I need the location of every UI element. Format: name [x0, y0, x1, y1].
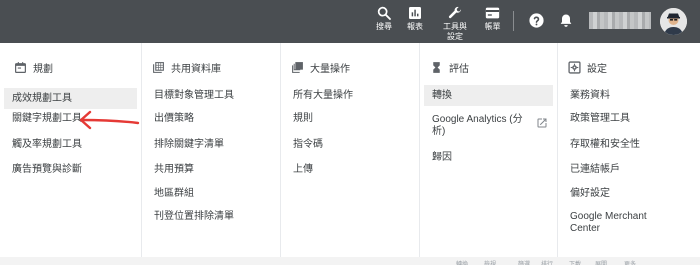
tools-label-line1: 工具與	[443, 22, 467, 31]
column-title: 共用資料庫	[171, 63, 221, 75]
menu-item-negative-keyword-lists[interactable]: 排除關鍵字清單	[146, 139, 276, 151]
menu-item-preferences[interactable]: 偏好設定	[562, 188, 696, 200]
billing-label: 帳單	[484, 22, 501, 31]
column-title: 設定	[587, 63, 607, 75]
search-label: 搜尋	[376, 22, 392, 31]
hourglass-icon	[433, 61, 440, 73]
background-text: 轉換	[456, 262, 469, 265]
account-name-blurred[interactable]	[589, 12, 651, 29]
tools-settings-button[interactable]: 工具與 設定	[443, 5, 467, 42]
background-text: 篩選	[518, 262, 531, 265]
column-setup: 設定 業務資料 政策管理工具 存取權和安全性 已連結帳戶 偏好設定 Google…	[557, 43, 700, 257]
menu-item-business-data[interactable]: 業務資料	[562, 90, 696, 102]
menu-item-uploads[interactable]: 上傳	[285, 164, 415, 176]
menu-item-google-analytics[interactable]: Google Analytics (分析)	[424, 114, 553, 138]
billing-button[interactable]: 帳單	[484, 5, 501, 32]
column-title: 規劃	[33, 63, 53, 75]
menu-item-audience-manager[interactable]: 目標對象管理工具	[146, 90, 276, 102]
column-title: 評估	[449, 63, 469, 75]
settings-icon	[568, 60, 581, 74]
avatar[interactable]	[660, 8, 687, 35]
reports-label: 報表	[407, 22, 423, 31]
menu-item-google-merchant-center[interactable]: Google Merchant Center	[562, 211, 672, 235]
wrench-icon	[448, 6, 462, 19]
menu-item-location-groups[interactable]: 地區群組	[146, 188, 276, 200]
top-bar: 搜尋 報表 工具與 設定 帳單	[0, 0, 700, 43]
background-text: 下載	[569, 262, 582, 265]
tools-menu-panel: 規劃 成效規劃工具 關鍵字規劃工具 觸及率規劃工具 廣告預覽與診斷 共用資料庫	[0, 43, 700, 257]
annotation-arrow-icon	[79, 110, 140, 130]
column-bulk-actions: 大量操作 所有大量操作 規則 指令碼 上傳	[280, 43, 419, 257]
calendar-icon	[15, 61, 26, 73]
column-header-measurement: 評估	[430, 60, 469, 75]
menu-item-conversions[interactable]: 轉換	[424, 85, 553, 106]
search-icon	[377, 6, 391, 20]
library-grid-icon	[153, 61, 164, 73]
tools-label-line2: 設定	[447, 32, 463, 41]
external-link-icon[interactable]	[536, 117, 548, 129]
profile-photo-icon	[660, 8, 687, 35]
menu-item-rules[interactable]: 規則	[285, 113, 415, 125]
column-shared-library: 共用資料庫 目標對象管理工具 出價策略 排除關鍵字清單 共用預算 地區群組 刊登…	[141, 43, 280, 257]
menu-item-access-and-security[interactable]: 存取權和安全性	[562, 139, 696, 151]
menu-item-linked-accounts[interactable]: 已連結帳戶	[562, 164, 696, 176]
background-page-strip: 轉換 檢視 篩選 排行 下載 展開 更多	[0, 257, 700, 265]
credit-card-icon	[485, 7, 500, 19]
background-text: 排行	[541, 262, 554, 265]
search-button[interactable]: 搜尋	[376, 5, 392, 32]
reports-button[interactable]: 報表	[407, 5, 423, 32]
bulk-copy-icon	[292, 61, 303, 73]
menu-item-performance-planner[interactable]: 成效規劃工具	[4, 88, 137, 109]
menu-item-policy-manager[interactable]: 政策管理工具	[562, 113, 696, 125]
background-text: 更多	[624, 262, 637, 265]
column-header-shared-library: 共用資料庫	[152, 60, 221, 75]
menu-item-shared-budgets[interactable]: 共用預算	[146, 164, 276, 176]
menu-item-reach-planner[interactable]: 觸及率規劃工具	[4, 139, 137, 151]
column-header-setup: 設定	[568, 60, 607, 75]
background-text: 展開	[595, 262, 608, 265]
menu-item-ad-preview[interactable]: 廣告預覽與診斷	[4, 164, 137, 176]
background-text: 檢視	[484, 262, 497, 265]
help-icon[interactable]	[528, 12, 545, 29]
notifications-bell-icon[interactable]	[558, 12, 574, 29]
column-title: 大量操作	[310, 63, 350, 75]
menu-item-all-bulk-actions[interactable]: 所有大量操作	[285, 90, 415, 102]
menu-item-scripts[interactable]: 指令碼	[285, 139, 415, 151]
topbar-divider	[513, 11, 514, 31]
menu-item-placement-exclusion-lists[interactable]: 刊登位置排除清單	[146, 211, 276, 223]
reports-icon	[409, 7, 421, 19]
column-header-planning: 規劃	[14, 60, 53, 75]
menu-item-attribution[interactable]: 歸因	[424, 152, 553, 164]
column-planning: 規劃 成效規劃工具 關鍵字規劃工具 觸及率規劃工具 廣告預覽與診斷	[0, 43, 141, 257]
column-measurement: 評估 轉換 Google Analytics (分析) 歸因	[419, 43, 557, 257]
menu-item-bid-strategies[interactable]: 出價策略	[146, 113, 276, 125]
column-header-bulk-actions: 大量操作	[291, 60, 350, 75]
